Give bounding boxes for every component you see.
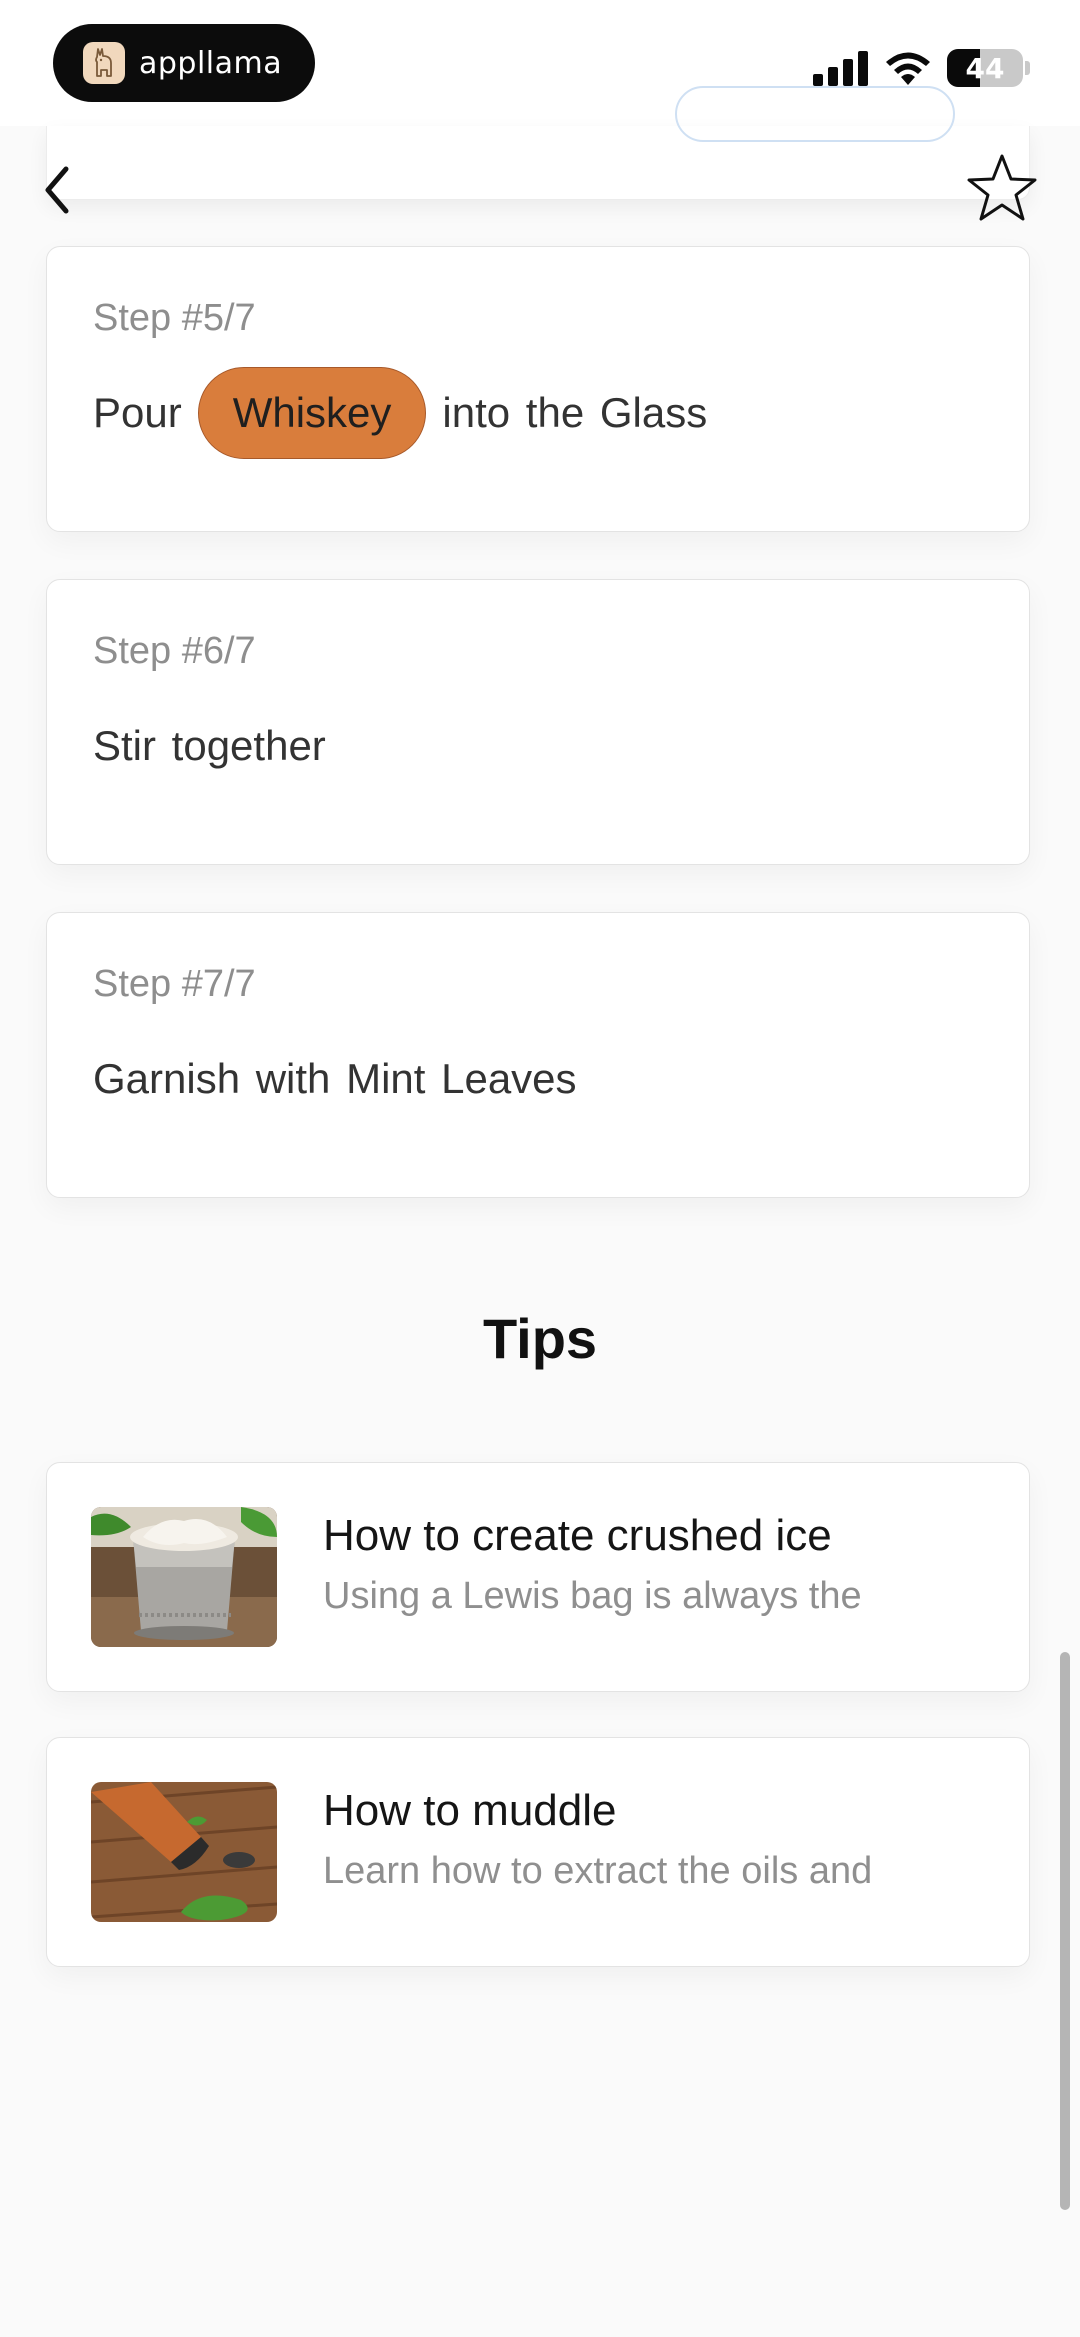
cellular-signal-icon xyxy=(813,51,868,86)
muddler-thumbnail xyxy=(91,1782,277,1922)
tips-heading: Tips xyxy=(482,1307,598,1370)
app-name: appllama xyxy=(139,45,283,81)
scrollbar[interactable] xyxy=(1060,1652,1070,2210)
tip-subtitle: Learn how to extract the oils and xyxy=(323,1850,873,1892)
llama-logo-icon xyxy=(83,42,125,84)
step-label: Step #5/7 xyxy=(93,297,256,339)
app-badge[interactable]: appllama xyxy=(53,24,315,102)
tip-subtitle: Using a Lewis bag is always the xyxy=(323,1575,862,1617)
back-button[interactable] xyxy=(32,160,82,220)
favorite-button[interactable] xyxy=(962,150,1042,226)
battery-icon: 44 xyxy=(947,49,1023,87)
battery-level: 44 xyxy=(965,51,1005,85)
step-label: Step #6/7 xyxy=(93,630,256,672)
step-card-6: Step #6/7 Stir together xyxy=(46,579,1030,865)
step-text-after: into the Glass xyxy=(442,389,708,436)
tip-card-muddle[interactable]: How to muddle Learn how to extract the o… xyxy=(46,1737,1030,1967)
ingredient-chip-whiskey[interactable]: Whiskey xyxy=(197,367,427,459)
step-card-5: Step #5/7 Pour Whiskey into the Glass xyxy=(46,246,1030,532)
recipe-header-card xyxy=(46,86,1030,200)
header-pill-partial xyxy=(675,86,955,142)
star-outline-icon xyxy=(967,154,1037,221)
status-icons: 44 xyxy=(813,48,1030,88)
step-text-before: Pour xyxy=(93,389,182,436)
step-instruction: Pour Whiskey into the Glass xyxy=(93,367,707,459)
step-instruction: Garnish with Mint Leaves xyxy=(93,1055,577,1102)
chevron-left-icon xyxy=(45,166,69,214)
step-instruction: Stir together xyxy=(93,722,326,769)
tip-title: How to create crushed ice xyxy=(323,1511,832,1560)
crushed-ice-thumbnail xyxy=(91,1507,277,1647)
wifi-icon xyxy=(886,52,930,85)
step-label: Step #7/7 xyxy=(93,963,256,1005)
step-card-7: Step #7/7 Garnish with Mint Leaves xyxy=(46,912,1030,1198)
tip-title: How to muddle xyxy=(323,1786,617,1835)
tip-card-crushed-ice[interactable]: How to create crushed ice Using a Lewis … xyxy=(46,1462,1030,1692)
battery-nub xyxy=(1025,61,1030,75)
